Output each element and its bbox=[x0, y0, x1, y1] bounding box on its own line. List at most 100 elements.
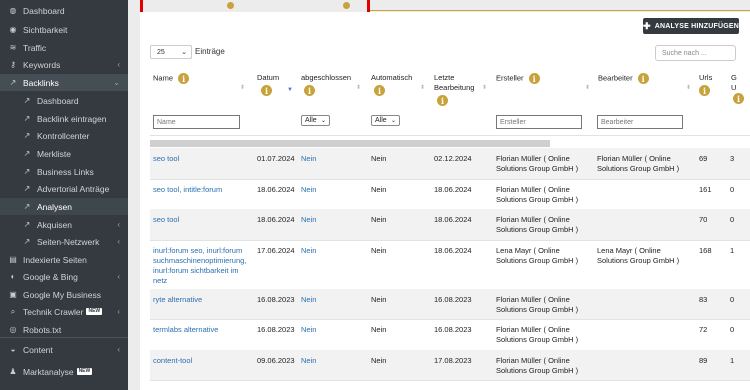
table-row[interactable]: inurl:forum seo, inurl:forum suchmaschine… bbox=[150, 240, 750, 289]
sidebar-item-business-links[interactable]: ↗ Business Links bbox=[0, 163, 128, 180]
col-header-letzte-bearbeitung[interactable]: Letzte Bearbeitung i bbox=[434, 73, 474, 106]
cell-datum: 17.06.2024 bbox=[257, 246, 295, 255]
table-row[interactable]: seo tool 01.07.2024 Nein Nein 02.12.2024 Flor… bbox=[150, 148, 750, 179]
cell-abg[interactable]: Nein bbox=[301, 154, 316, 164]
filter-automatisch-select[interactable]: Alle ⌄ bbox=[371, 115, 400, 126]
chevron-left-icon: ‹ bbox=[117, 307, 120, 316]
cell-line: netz bbox=[153, 276, 168, 285]
cell-line: Florian Müller ( Online bbox=[496, 356, 570, 365]
sidebar-item-label: Content bbox=[23, 344, 53, 355]
cell-name[interactable]: ryte alternative bbox=[153, 295, 202, 305]
chevron-down-icon: ⌄ bbox=[113, 78, 120, 87]
header-divider bbox=[150, 135, 750, 136]
col-header-abgeschlossen[interactable]: abgeschlossen i bbox=[301, 73, 351, 96]
sidebar-item-content[interactable]: ◒ Content ‹ bbox=[0, 341, 128, 358]
sidebar-item-label: Google My Business bbox=[23, 289, 101, 300]
cell-abg[interactable]: Nein bbox=[301, 185, 316, 195]
table-row[interactable]: ryte alternative 16.08.2023 Nein Nein 16.08.… bbox=[150, 289, 750, 319]
sidebar-item-technik-crawler[interactable]: ⌕ Technik Crawler NEW ‹ bbox=[0, 303, 128, 320]
cell-line: Florian Müller ( Online bbox=[496, 325, 570, 334]
sidebar-item-dashboard[interactable]: ↗ Dashboard bbox=[0, 92, 128, 109]
sort-icon[interactable]: ⬍ bbox=[356, 84, 361, 91]
cell-abg[interactable]: Nein bbox=[301, 325, 316, 335]
external-link-icon: ↗ bbox=[23, 96, 31, 105]
filter-name-input[interactable]: Name bbox=[153, 115, 240, 129]
col-header-datum[interactable]: Datum i bbox=[257, 73, 279, 96]
col-header-automatisch[interactable]: Automatisch i bbox=[371, 73, 412, 96]
cell-ersteller: Florian Müller ( Online Solutions Group G… bbox=[496, 356, 578, 376]
cell-abg[interactable]: Nein bbox=[301, 295, 316, 305]
external-link-icon: ↗ bbox=[23, 131, 31, 140]
cell-abg[interactable]: Nein bbox=[301, 246, 316, 256]
horizontal-scrollbar[interactable] bbox=[150, 140, 550, 147]
search-input[interactable]: Suche nach ... bbox=[655, 45, 736, 61]
sort-icon[interactable]: ⬍ bbox=[585, 84, 590, 91]
sidebar: ◍ Dashboard ◉ Sichtbarkeit ≋ Traffic ⚷ Keywords… bbox=[0, 0, 128, 390]
sidebar-item-akquisen[interactable]: ↗ Akquisen ‹ bbox=[0, 216, 128, 233]
sort-icon[interactable]: ⬍ bbox=[240, 84, 245, 91]
cell-name[interactable]: seo tool, intitle:forum bbox=[153, 185, 222, 195]
cell-urls: 89 bbox=[699, 356, 708, 365]
cell-datum: 16.08.2023 bbox=[257, 325, 295, 334]
sidebar-item-merkliste[interactable]: ↗ Merkliste bbox=[0, 145, 128, 162]
filter-bearbeiter-input[interactable]: Bearbeiter bbox=[597, 115, 683, 129]
sort-icon[interactable]: ⬍ bbox=[420, 84, 425, 91]
sort-desc-icon[interactable]: ▼ bbox=[287, 87, 293, 93]
table-row[interactable]: seo tool 18.06.2024 Nein Nein 18.06.2024 Flor… bbox=[150, 209, 750, 240]
cell-abg[interactable]: Nein bbox=[301, 215, 316, 225]
sidebar-item-dashboard[interactable]: ◍ Dashboard bbox=[0, 2, 128, 19]
cell-name[interactable]: seo tool bbox=[153, 215, 179, 225]
chevron-down-icon: ⌄ bbox=[181, 49, 187, 56]
sort-icon[interactable]: ⬍ bbox=[482, 84, 487, 91]
row-divider bbox=[150, 380, 750, 381]
cell-name[interactable]: content-tool bbox=[153, 356, 192, 366]
col-header-automatisch-label: Automatisch bbox=[371, 73, 413, 82]
cell-name[interactable]: seo tool bbox=[153, 154, 179, 164]
cell-line: content-tool bbox=[153, 356, 193, 365]
sidebar-item-marktanalyse[interactable]: ♟ Marktanalyse NEW bbox=[0, 363, 128, 380]
sidebar-item-backlink-eintragen[interactable]: ↗ Backlink eintragen bbox=[0, 110, 128, 127]
external-link-icon: ↗ bbox=[23, 167, 31, 176]
cell-auto: Nein bbox=[371, 356, 387, 365]
sidebar-item-backlinks[interactable]: ↗ Backlinks ⌄ bbox=[0, 74, 128, 91]
page-length-value: 25 bbox=[157, 48, 165, 56]
cell-name[interactable]: inurl:forum seo, inurl:forum suchmaschine… bbox=[153, 246, 246, 286]
table-row[interactable]: termlabs alternative 16.08.2023 Nein Nein 16… bbox=[150, 319, 750, 350]
chevron-left-icon: ‹ bbox=[117, 220, 120, 229]
sidebar-item-google-bing[interactable]: ◐ Google & Bing ‹ bbox=[0, 268, 128, 285]
sidebar-item-sichtbarkeit[interactable]: ◉ Sichtbarkeit bbox=[0, 21, 128, 38]
cell-line: Solutions Group GmbH ) bbox=[597, 256, 680, 265]
page-length-select[interactable]: 25 ⌄ bbox=[150, 45, 192, 59]
sort-icon[interactable]: ⬍ bbox=[686, 84, 691, 91]
cell-ersteller: Florian Müller ( Online Solutions Group G… bbox=[496, 215, 578, 235]
filter-abgeschlossen-select[interactable]: Alle ⌄ bbox=[301, 115, 330, 126]
col-header-ersteller[interactable]: Ersteller i bbox=[496, 73, 540, 84]
sidebar-item-google-my-business[interactable]: ▣ Google My Business bbox=[0, 286, 128, 303]
filter-abgeschlossen-value: Alle bbox=[305, 117, 317, 124]
sidebar-item-analysen[interactable]: ↗ Analysen bbox=[0, 198, 128, 215]
col-header-bearbeiter[interactable]: Bearbeiter i bbox=[598, 73, 649, 84]
sidebar-item-advertorial-anträge[interactable]: ↗ Advertorial Anträge bbox=[0, 180, 128, 197]
cell-abg[interactable]: Nein bbox=[301, 356, 316, 366]
col-header-g-label: G bbox=[731, 73, 737, 82]
sidebar-item-indexierte-seiten[interactable]: ▤ Indexierte Seiten bbox=[0, 251, 128, 268]
sidebar-item-kontrollcenter[interactable]: ↗ Kontrollcenter bbox=[0, 127, 128, 144]
col-header-urls-label: Urls bbox=[699, 73, 713, 82]
cell-name[interactable]: termlabs alternative bbox=[153, 325, 218, 335]
sidebar-item-traffic[interactable]: ≋ Traffic bbox=[0, 39, 128, 56]
col-header-urls[interactable]: Urls i bbox=[699, 73, 712, 96]
sidebar-item-robots-txt[interactable]: ◎ Robots.txt bbox=[0, 321, 128, 338]
col-header-name[interactable]: Name i bbox=[153, 73, 190, 84]
sidebar-item-keywords[interactable]: ⚷ Keywords ‹ bbox=[0, 56, 128, 73]
cell-line: Solutions Group GmbH ) bbox=[496, 195, 579, 204]
table-row[interactable]: seo tool, intitle:forum 18.06.2024 Nein Nei… bbox=[150, 179, 750, 209]
info-icon: i bbox=[637, 73, 649, 84]
cell-ersteller: Florian Müller ( Online Solutions Group G… bbox=[496, 185, 578, 205]
add-analysis-button[interactable]: ✚ ANALYSE HINZUFÜGEN bbox=[643, 18, 739, 34]
filter-ersteller-input[interactable]: Ersteller bbox=[496, 115, 582, 129]
table-row[interactable]: content-tool 09.06.2023 Nein Nein 17.08.2023… bbox=[150, 350, 750, 380]
col-header-g[interactable]: G U bbox=[731, 73, 737, 93]
cell-urls: 161 bbox=[699, 185, 712, 194]
sidebar-item-seiten-netzwerk[interactable]: ↗ Seiten-Netzwerk ‹ bbox=[0, 233, 128, 250]
cell-g: 0 bbox=[730, 295, 735, 304]
